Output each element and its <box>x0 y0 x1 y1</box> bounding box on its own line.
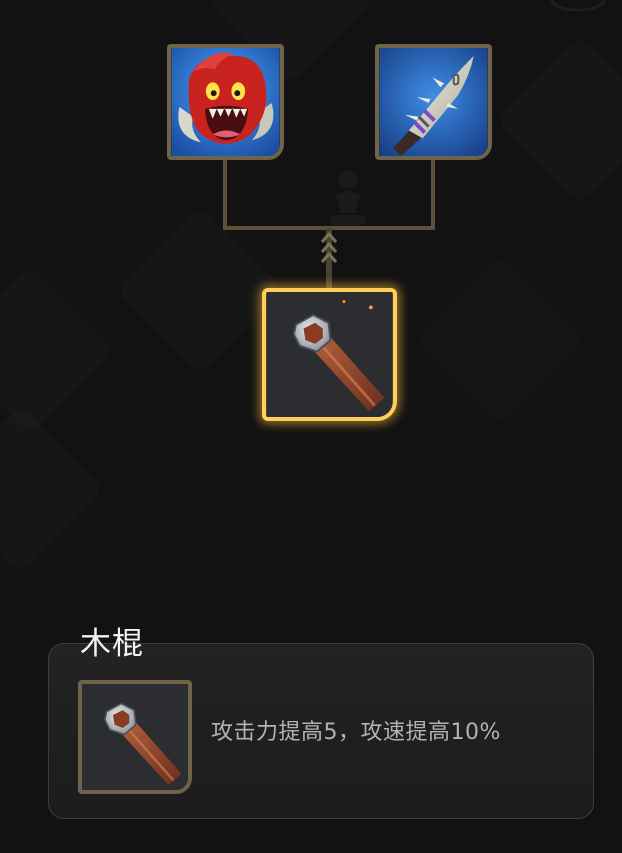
tree-connector-left <box>223 158 227 230</box>
tree-connector-right <box>431 158 435 230</box>
item-recipe-screen: 木棍 攻击力提高5，攻速提高10% <box>0 0 622 853</box>
chess-piece-watermark-icon <box>330 170 366 225</box>
wooden-stick-icon <box>82 684 188 790</box>
detail-item-icon-slot <box>78 680 192 794</box>
background-diamond <box>495 35 622 205</box>
wooden-stick-icon <box>267 292 392 417</box>
background-diamond <box>0 405 105 575</box>
item-effect-description: 攻击力提高5，攻速提高10% <box>211 720 501 745</box>
item-name: 木棍 <box>80 626 144 662</box>
background-diamond <box>115 205 285 375</box>
background-diamond <box>0 265 115 435</box>
spiked-club-icon <box>379 48 488 156</box>
component-slot-demon[interactable] <box>167 44 284 160</box>
result-slot-wooden-stick[interactable] <box>262 288 397 421</box>
corner-ornament-icon <box>550 0 606 12</box>
demon-monster-icon <box>171 48 280 156</box>
background-diamond <box>415 255 585 425</box>
component-slot-spiked-club[interactable] <box>375 44 492 160</box>
upgrade-arrow-icon <box>320 228 338 290</box>
